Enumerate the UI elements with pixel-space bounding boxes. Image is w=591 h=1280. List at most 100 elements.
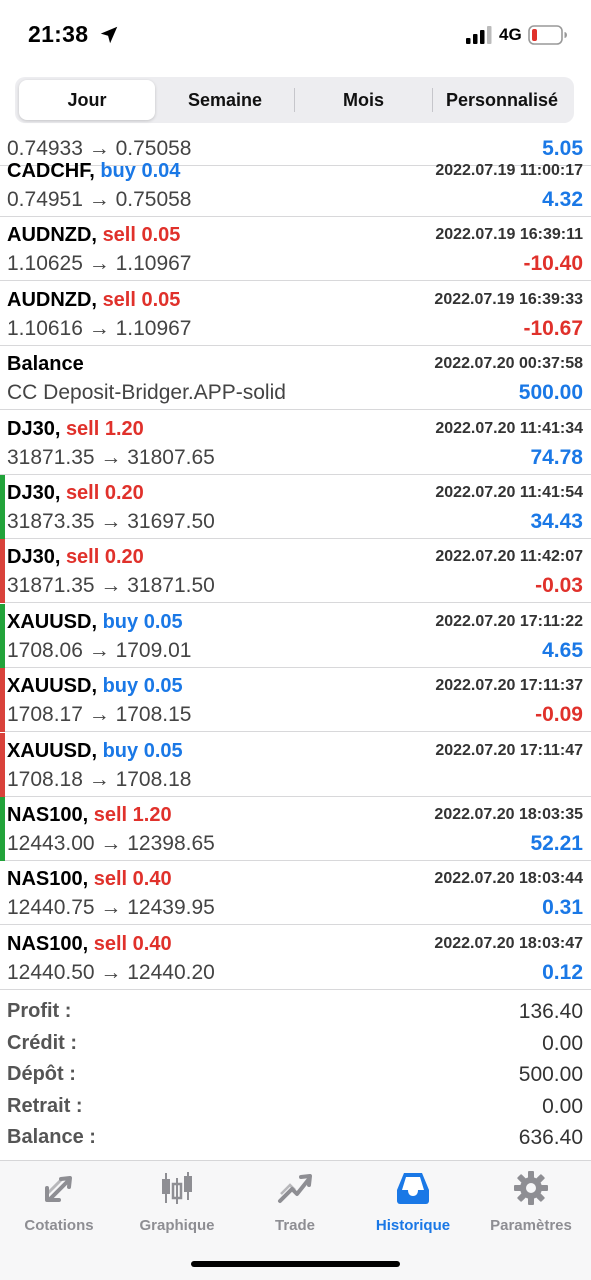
tab-label: Paramètres (490, 1217, 572, 1234)
summary-label: Balance : (7, 1126, 96, 1148)
symbol-name: CADCHF, (7, 160, 95, 182)
summary-value: 0.00 (542, 1031, 583, 1055)
summary-row: Balance : 636.40 (0, 1123, 591, 1155)
signal-bars-icon (466, 26, 492, 44)
tab-semaine[interactable]: Semaine (157, 80, 293, 120)
summary-value: 0.00 (542, 1094, 583, 1118)
summary-value: 636.40 (518, 1126, 583, 1149)
summary-label: Dépôt : (7, 1063, 76, 1085)
summary-row: Dépôt : 500.00 (0, 1060, 591, 1092)
symbol-name: NAS100, (7, 868, 89, 891)
profit-value: 52.21 (530, 832, 583, 855)
trade-row[interactable]: XAUUSD, buy 0.05 2022.07.20 17:11:47 1708.… (0, 732, 591, 797)
trade-row[interactable]: DJ30, sell 1.20 2022.07.20 11:41:34 31871.… (0, 411, 591, 475)
summary-label: Profit : (7, 1000, 72, 1022)
sell-volume: sell 0.20 (65, 482, 144, 504)
profit-value: 0.12 (542, 960, 583, 984)
symbol-name: DJ30, (7, 417, 61, 440)
symbol-line: CADCHF, buy 0.04 (7, 160, 180, 183)
summary-value: 136.40 (518, 1000, 583, 1023)
tab-jour[interactable]: Jour (19, 80, 155, 120)
symbol-name: DJ30, (7, 546, 61, 569)
symbol-line: AUDNZD, sell 0.05 (7, 289, 180, 312)
summary-label: Crédit : (7, 1031, 77, 1054)
status-bar: 21:38 4G (0, 0, 591, 70)
tab-historique[interactable]: Historique (354, 1167, 472, 1237)
trade-row[interactable]: NAS100, sell 0.40 2022.07.20 18:03:47 1244… (0, 926, 591, 990)
symbol-line: DJ30, sell 0.20 (7, 546, 144, 569)
trade-datetime: 2022.07.20 18:03:35 (434, 806, 583, 823)
trade-datetime: 2022.07.20 17:11:22 (435, 612, 583, 630)
trade-datetime: 2022.07.20 11:41:34 (435, 419, 583, 437)
battery-icon (528, 25, 567, 45)
symbol-line: XAUUSD, buy 0.05 (7, 611, 183, 634)
trade-row[interactable]: XAUUSD, buy 0.05 2022.07.20 17:11:22 1708.… (0, 603, 591, 668)
symbol-line: NAS100, sell 0.40 (7, 868, 172, 891)
buy-volume: buy 0.05 (102, 610, 183, 633)
price-range: 1708.06 → 1709.01 (7, 638, 192, 662)
price-range: 1708.17 → 1708.15 (7, 703, 192, 727)
summary-label: Retrait : (7, 1094, 83, 1117)
summary-row: Profit : 136.40 (0, 997, 591, 1029)
symbol-name: XAUUSD, (7, 675, 98, 698)
trade-row[interactable]: AUDNZD, sell 0.05 2022.07.19 16:39:33 1.10… (0, 282, 591, 346)
profit-value: 4.32 (542, 188, 583, 211)
trade-row[interactable]: AUDNZD, sell 0.05 2022.07.19 16:39:11 1.10… (0, 217, 591, 282)
sell-volume: sell 0.40 (93, 868, 172, 891)
symbol-line: Balance (7, 353, 84, 376)
history-list[interactable]: 0.74933 → 0.75058 5.05 CADCHF, buy 0.04 2… (0, 128, 591, 990)
trade-row[interactable]: XAUUSD, buy 0.05 2022.07.20 17:11:37 1708.… (0, 668, 591, 733)
home-indicator (191, 1261, 400, 1267)
tab-graphique[interactable]: Graphique (118, 1167, 236, 1237)
symbol-line: DJ30, sell 1.20 (7, 418, 144, 441)
profit-value: 74.78 (530, 445, 583, 469)
sell-volume: sell 1.20 (65, 417, 144, 440)
loss-indicator-bar (0, 539, 5, 604)
price-range: 1.10616 → 1.10967 (7, 316, 192, 340)
symbol-name: XAUUSD, (7, 739, 98, 762)
buy-volume: buy 0.05 (102, 739, 183, 762)
trade-row[interactable]: DJ30, sell 0.20 2022.07.20 11:42:07 31871.… (0, 539, 591, 604)
trade-row[interactable]: CADCHF, buy 0.04 2022.07.19 11:00:17 0.749… (0, 153, 591, 217)
price-range: 12440.75 → 12439.95 (7, 896, 215, 920)
symbol-name: NAS100, (7, 804, 89, 826)
trade-trend-icon (278, 1174, 312, 1203)
trade-datetime: 2022.07.20 11:41:54 (435, 484, 583, 501)
profit-indicator-bar (0, 475, 5, 539)
tab-label: Cotations (24, 1217, 94, 1234)
profit-value: -0.03 (535, 574, 583, 598)
sell-volume: sell 0.05 (102, 288, 181, 311)
sell-volume: sell 0.05 (102, 224, 181, 247)
loss-indicator-bar (0, 668, 5, 733)
tab-trade[interactable]: Trade (236, 1167, 354, 1237)
price-range: 1708.18 → 1708.18 (7, 767, 192, 791)
symbol-line: DJ30, sell 0.20 (7, 482, 144, 505)
sell-volume: sell 0.20 (65, 546, 144, 569)
summary-value: 500.00 (518, 1063, 583, 1086)
tab-label: Trade (274, 1217, 316, 1234)
symbol-line: NAS100, sell 1.20 (7, 804, 172, 827)
trade-row[interactable]: NAS100, sell 1.20 2022.07.20 18:03:35 1244… (0, 797, 591, 861)
tab-parametres[interactable]: Paramètres (472, 1167, 590, 1237)
symbol-name: AUDNZD, (7, 224, 97, 247)
symbol-name: NAS100, (7, 932, 89, 955)
symbol-name: XAUUSD, (7, 610, 98, 633)
symbol-name: DJ30, (7, 482, 61, 504)
trade-datetime: 2022.07.20 18:03:44 (434, 870, 583, 888)
trade-row[interactable]: NAS100, sell 0.40 2022.07.20 18:03:44 1244… (0, 861, 591, 926)
symbol-line: XAUUSD, buy 0.05 (7, 675, 183, 698)
tab-mois[interactable]: Mois (295, 80, 432, 120)
summary-row: Crédit : 0.00 (0, 1029, 591, 1061)
trade-datetime: 2022.07.20 00:37:58 (434, 355, 583, 373)
tab-personnalise[interactable]: Personnalisé (433, 80, 571, 120)
location-arrow-icon (100, 26, 118, 44)
quotes-arrows-icon (44, 1176, 72, 1202)
symbol-line: NAS100, sell 0.40 (7, 933, 172, 956)
trade-datetime: 2022.07.20 17:11:47 (435, 741, 583, 759)
loss-indicator-bar (0, 732, 5, 797)
profit-indicator-bar (0, 797, 5, 861)
balance-entry[interactable]: Balance 2022.07.20 00:37:58 CC Deposit-Bri… (0, 346, 591, 411)
tab-cotations[interactable]: Cotations (0, 1167, 118, 1237)
trade-row[interactable]: DJ30, sell 0.20 2022.07.20 11:41:54 31873.… (0, 475, 591, 539)
profit-indicator-bar (0, 603, 5, 668)
